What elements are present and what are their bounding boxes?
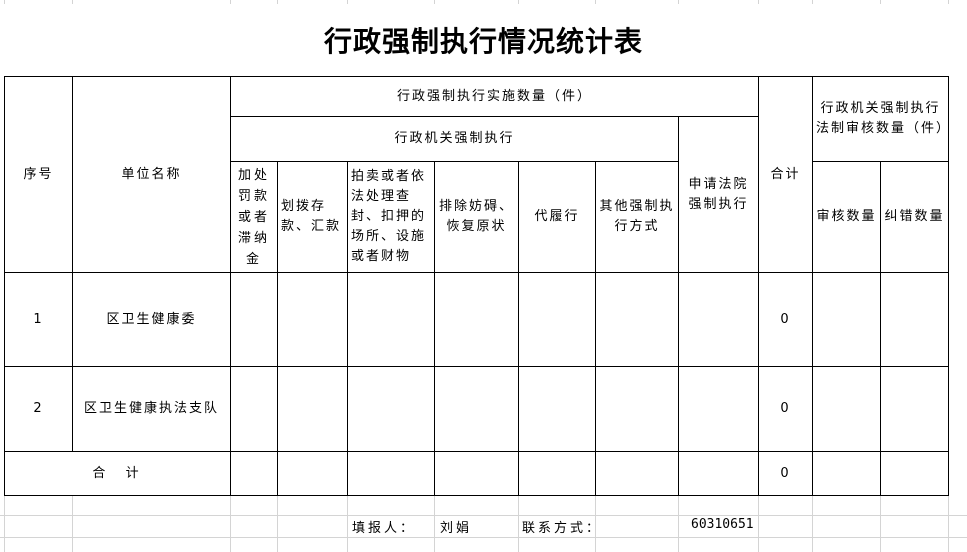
table-cell <box>434 366 519 452</box>
row-unit: 区卫生健康委 <box>72 272 231 367</box>
table-cell <box>678 451 759 496</box>
table-cell <box>277 272 348 367</box>
table-cell <box>277 451 348 496</box>
table-cell <box>347 451 435 496</box>
header-implementation-count: 行政强制执行实施数量（件） <box>230 76 759 117</box>
header-correction-count: 纠错数量 <box>880 161 949 273</box>
table-cell <box>812 366 881 452</box>
row-seq: 2 <box>4 366 73 452</box>
table-cell <box>230 366 278 452</box>
table-cell <box>595 366 679 452</box>
row-unit: 区卫生健康执法支队 <box>72 366 231 452</box>
header-unit-name: 单位名称 <box>72 76 231 273</box>
gridline <box>0 515 967 516</box>
header-fine-surcharge: 加处罚款或者滞纳金 <box>230 161 278 273</box>
table-cell <box>880 451 949 496</box>
table-cell <box>434 451 519 496</box>
table-cell <box>230 451 278 496</box>
header-review-count: 审核数量 <box>812 161 881 273</box>
table-cell <box>812 272 881 367</box>
row-total: 0 <box>758 272 813 367</box>
header-court-application: 申请法院强制执行 <box>678 116 759 273</box>
table-cell <box>518 366 596 452</box>
sum-total: 0 <box>758 451 813 496</box>
header-legal-review: 行政机关强制执行法制审核数量（件） <box>812 76 949 162</box>
table-cell <box>518 451 596 496</box>
header-auction-disposal: 拍卖或者依法处理查封、扣押的场所、设施或者财物 <box>347 161 435 273</box>
header-row-1: 序号 单位名称 行政强制执行实施数量（件） 合计 行政机关强制执行法制审核数量（… <box>4 76 949 273</box>
table-row: 2 区卫生健康执法支队 0 <box>4 366 949 452</box>
header-remove-obstruction: 排除妨碍、恢复原状 <box>434 161 519 273</box>
table-cell <box>518 272 596 367</box>
table-cell <box>347 272 435 367</box>
table-cell <box>678 366 759 452</box>
header-substitute-performance: 代履行 <box>518 161 596 273</box>
table-cell <box>880 272 949 367</box>
table-cell <box>347 366 435 452</box>
header-total: 合计 <box>758 76 813 273</box>
filler-name: 刘娟 <box>440 521 473 536</box>
filler-label: 填报人： <box>352 521 417 536</box>
table-cell <box>678 272 759 367</box>
header-agency-enforcement: 行政机关强制执行 <box>230 116 679 162</box>
page-title: 行政强制执行情况统计表 <box>0 4 967 76</box>
header-seq: 序号 <box>4 76 73 273</box>
row-total: 0 <box>758 366 813 452</box>
row-seq: 1 <box>4 272 73 367</box>
sum-row: 合 计 0 <box>4 451 949 496</box>
table-cell <box>230 272 278 367</box>
table-cell <box>595 451 679 496</box>
table-cell <box>277 366 348 452</box>
contact-value: 60310651 <box>691 517 754 532</box>
statistics-table: 序号 单位名称 行政强制执行实施数量（件） 合计 行政机关强制执行法制审核数量（… <box>4 76 949 496</box>
gridline <box>0 537 967 538</box>
header-other-methods: 其他强制执行方式 <box>595 161 679 273</box>
table-cell <box>595 272 679 367</box>
table-row: 1 区卫生健康委 0 <box>4 272 949 367</box>
contact-label: 联系方式： <box>522 521 603 536</box>
table-cell <box>434 272 519 367</box>
table-cell <box>880 366 949 452</box>
header-transfer-deposit: 划拨存款、汇款 <box>277 161 348 273</box>
table-cell <box>812 451 881 496</box>
sum-label: 合 计 <box>4 451 231 496</box>
